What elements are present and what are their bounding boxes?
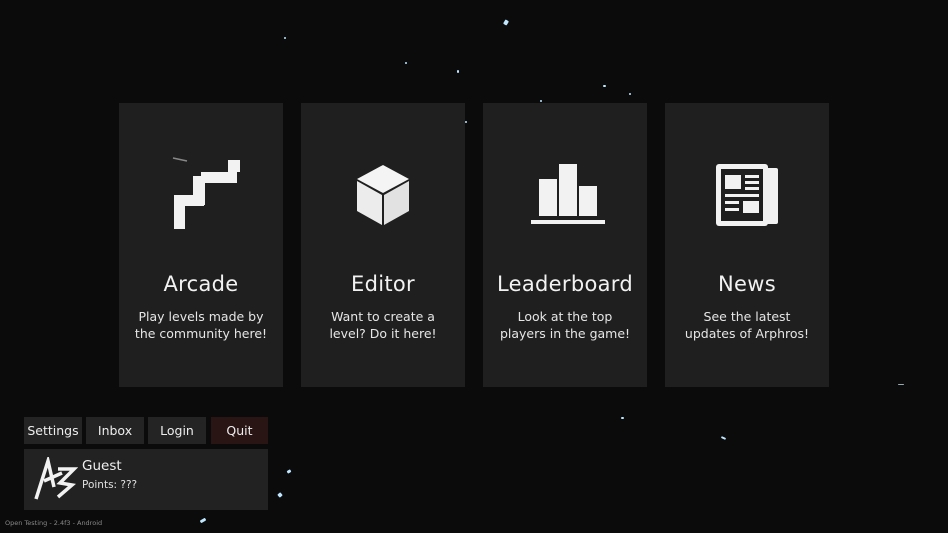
particle <box>603 85 606 87</box>
card-description: Look at the top players in the game! <box>499 309 631 341</box>
player-name: Guest <box>82 458 122 474</box>
login-button[interactable]: Login <box>148 417 206 444</box>
particle <box>503 19 509 26</box>
bar-chart-icon <box>483 155 647 235</box>
particle <box>405 62 407 64</box>
profile-panel[interactable]: Guest Points: ??? <box>24 449 268 510</box>
player-points: Points: ??? <box>82 479 138 491</box>
particle <box>457 70 459 73</box>
leaderboard-card[interactable]: Leaderboard Look at the top players in t… <box>483 103 647 387</box>
particle <box>898 384 904 385</box>
stairs-icon <box>119 155 283 235</box>
editor-card[interactable]: Editor Want to create a level? Do it her… <box>301 103 465 387</box>
particle <box>629 93 631 95</box>
card-description: Play levels made by the community here! <box>134 309 268 341</box>
inbox-button[interactable]: Inbox <box>86 417 144 444</box>
particle <box>199 517 207 524</box>
particle <box>286 469 292 474</box>
particle <box>277 492 283 498</box>
card-title: News <box>718 272 776 296</box>
avatar <box>32 454 79 503</box>
card-title: Editor <box>351 272 415 296</box>
quit-button[interactable]: Quit <box>211 417 268 444</box>
particle <box>621 417 624 419</box>
particle <box>720 436 727 440</box>
arcade-card[interactable]: Arcade Play levels made by the community… <box>119 103 283 387</box>
cube-icon <box>301 155 465 235</box>
newspaper-icon <box>665 155 829 235</box>
card-title: Arcade <box>163 272 239 296</box>
particle <box>465 121 467 123</box>
news-card[interactable]: News See the latest updates of Arphros! <box>665 103 829 387</box>
particle <box>284 37 286 39</box>
version-label: Open Testing - 2.4f3 - Android <box>5 519 103 527</box>
card-title: Leaderboard <box>497 272 633 296</box>
card-description: See the latest updates of Arphros! <box>684 309 810 341</box>
particle <box>540 100 542 102</box>
card-description: Want to create a level? Do it here! <box>329 309 437 341</box>
main-menu-screen: Arcade Play levels made by the community… <box>0 0 948 533</box>
settings-button[interactable]: Settings <box>24 417 82 444</box>
